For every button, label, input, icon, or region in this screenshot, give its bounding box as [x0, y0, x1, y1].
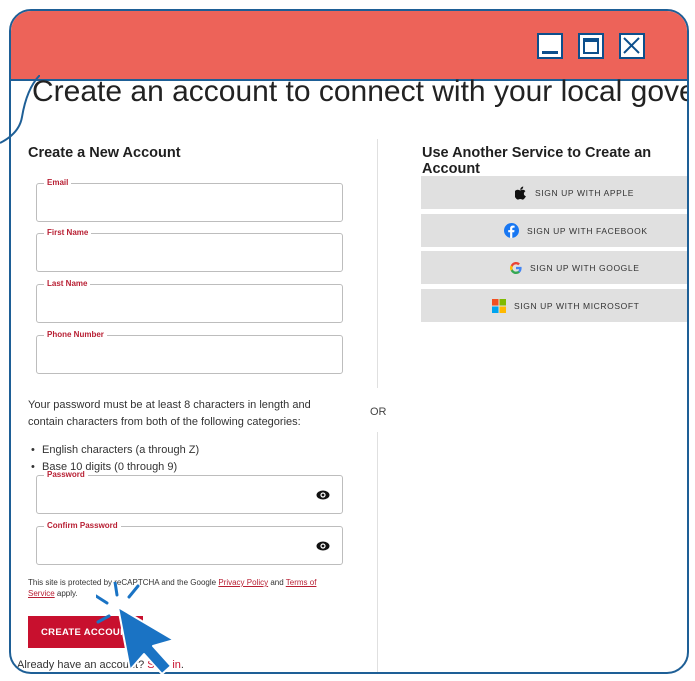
click-cursor-icon — [96, 582, 175, 675]
sign-up-google-button[interactable]: SIGN UP WITH GOOGLE — [421, 251, 687, 284]
first-name-label: First Name — [44, 228, 92, 238]
privacy-policy-link[interactable]: Privacy Policy — [218, 578, 268, 587]
close-icon — [623, 37, 640, 54]
speech-tail-decoration — [0, 75, 40, 144]
create-account-title: Create a New Account — [28, 145, 181, 161]
phone-number-label: Phone Number — [44, 330, 107, 340]
sign-up-microsoft-button[interactable]: SIGN UP WITH MICROSOFT — [421, 289, 687, 322]
maximize-button[interactable] — [578, 33, 604, 59]
title-bar — [11, 11, 687, 81]
phone-number-field[interactable]: Phone Number — [36, 330, 343, 374]
other-service-title: Use Another Service to Create an Account — [422, 145, 652, 177]
password-rules-text: Your password must be at least 8 charact… — [28, 399, 311, 428]
app-window: Create an account to connect with your l… — [9, 9, 689, 674]
last-name-field[interactable]: Last Name — [36, 279, 343, 323]
microsoft-icon — [492, 298, 506, 313]
google-icon — [510, 261, 522, 274]
column-divider — [377, 432, 378, 672]
eye-icon[interactable] — [316, 489, 330, 501]
minimize-icon — [542, 51, 558, 54]
apple-icon — [515, 186, 527, 200]
email-label: Email — [44, 178, 72, 188]
service-label: SIGN UP WITH FACEBOOK — [527, 225, 648, 236]
first-name-field[interactable]: First Name — [36, 228, 343, 272]
email-field[interactable]: Email — [36, 178, 343, 222]
last-name-label: Last Name — [44, 279, 91, 289]
maximize-icon — [583, 38, 599, 54]
close-button[interactable] — [619, 33, 645, 59]
sign-up-facebook-button[interactable]: SIGN UP WITH FACEBOOK — [421, 214, 687, 247]
eye-icon[interactable] — [316, 540, 330, 552]
column-divider — [377, 139, 378, 388]
password-field[interactable]: Password — [36, 470, 343, 514]
confirm-password-field[interactable]: Confirm Password — [36, 521, 343, 565]
password-rule-item: English characters (a through Z) — [28, 442, 199, 459]
password-label: Password — [44, 470, 88, 480]
page-heading: Create an account to connect with your l… — [32, 75, 687, 108]
service-label: SIGN UP WITH GOOGLE — [530, 262, 640, 273]
service-label: SIGN UP WITH APPLE — [535, 187, 634, 198]
or-separator: OR — [370, 406, 387, 418]
confirm-password-label: Confirm Password — [44, 521, 121, 531]
service-label: SIGN UP WITH MICROSOFT — [514, 300, 640, 311]
facebook-icon — [504, 223, 519, 238]
recaptcha-text: and — [268, 578, 286, 587]
recaptcha-text: apply. — [54, 589, 78, 598]
minimize-button[interactable] — [537, 33, 563, 59]
sign-up-apple-button[interactable]: SIGN UP WITH APPLE — [421, 176, 687, 209]
